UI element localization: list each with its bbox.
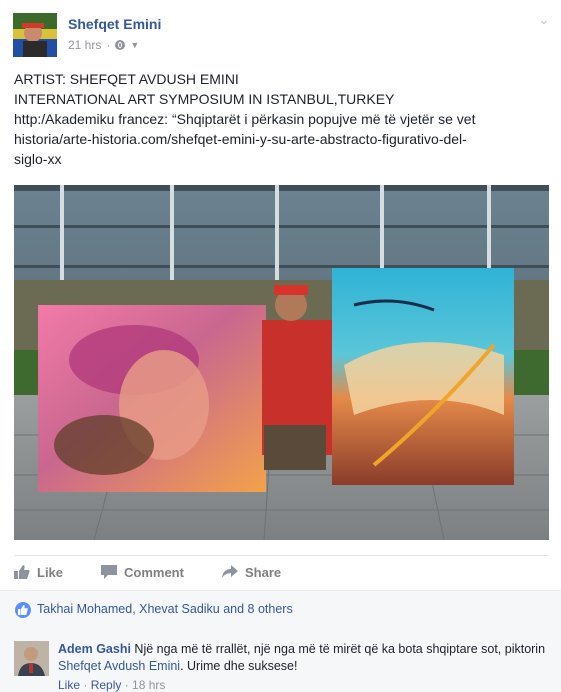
- globe-icon[interactable]: [115, 40, 126, 50]
- post-header: Shefqet Emini 21 hrs · ▼ ⌄: [13, 13, 551, 57]
- author-name[interactable]: Shefqet Emini: [68, 16, 161, 32]
- tagged-user-link[interactable]: Shefqet Avdush Emini: [58, 659, 180, 673]
- like-button[interactable]: Like: [14, 556, 63, 588]
- post-text-line: ARTIST: SHEFQET AVDUSH EMINI: [14, 71, 239, 87]
- like-label: Like: [37, 564, 64, 580]
- comment-label: Comment: [124, 564, 184, 580]
- post-text: ARTIST: SHEFQET AVDUSH EMINI INTERNATION…: [14, 69, 549, 169]
- thumbs-up-icon: [14, 565, 30, 579]
- share-label: Share: [245, 564, 282, 580]
- post-text-line: historia/arte-historia.com/shefqet-emini…: [14, 131, 467, 147]
- post-text-line: INTERNATIONAL ART SYMPOSIUM IN ISTANBUL,…: [14, 91, 395, 107]
- separator: ·: [121, 678, 133, 692]
- post-timestamp[interactable]: 21 hrs: [68, 38, 101, 52]
- comment-button[interactable]: Comment: [101, 556, 184, 588]
- reactions-summary[interactable]: Takhai Mohamed, Xhevat Sadiku and 8 othe…: [37, 602, 293, 616]
- comment-icon: [101, 565, 117, 579]
- facebook-post: Shefqet Emini 21 hrs · ▼ ⌄ ARTIST: SHEFQ…: [0, 0, 561, 692]
- post-meta: 21 hrs · ▼: [68, 38, 140, 52]
- comment-reply-link[interactable]: Reply: [91, 678, 122, 692]
- caret-down-icon[interactable]: ▼: [130, 40, 139, 50]
- comment-body: Adem Gashi Një nga më të rrallët, një ng…: [58, 641, 548, 675]
- commenter-avatar[interactable]: [14, 641, 49, 676]
- comment-text: Një nga më të rrallët, një nga më të mir…: [130, 642, 546, 656]
- separator: ·: [80, 678, 91, 692]
- comment-footer: Like · Reply · 18 hrs: [58, 678, 165, 692]
- post-text-line: http:/Akademiku francez: “Shqiptarët i p…: [14, 111, 476, 127]
- like-reaction-icon: [15, 602, 31, 618]
- share-icon: [222, 565, 238, 578]
- comment-text-end: . Urime dhe suksese!: [180, 659, 298, 673]
- comment-timestamp[interactable]: 18 hrs: [132, 678, 165, 692]
- chevron-down-icon[interactable]: ⌄: [537, 13, 551, 27]
- post-text-line: siglo-xx: [14, 151, 62, 167]
- share-button[interactable]: Share: [222, 556, 281, 588]
- commenter-name[interactable]: Adem Gashi: [58, 642, 131, 656]
- reactions-bar: Takhai Mohamed, Xhevat Sadiku and 8 othe…: [0, 590, 561, 629]
- author-avatar[interactable]: [13, 13, 57, 57]
- post-actions: Like Comment Share: [14, 555, 549, 588]
- post-photo[interactable]: [14, 185, 549, 540]
- comment-like-link[interactable]: Like: [58, 678, 80, 692]
